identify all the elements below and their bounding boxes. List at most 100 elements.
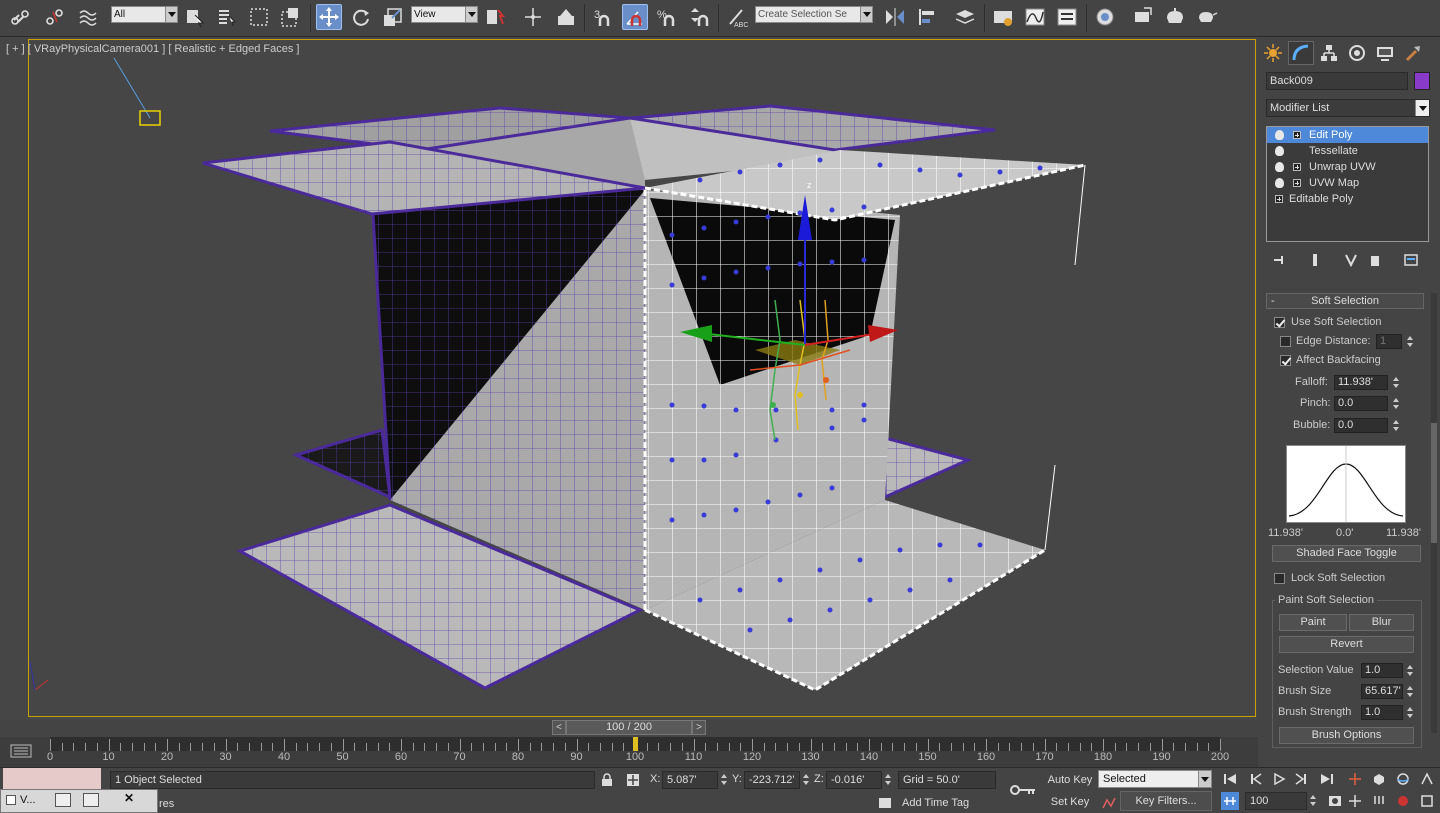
time-slider-next-button[interactable]: >: [692, 720, 706, 735]
paint-button[interactable]: Paint: [1279, 614, 1347, 631]
window-crossing-icon[interactable]: [278, 4, 304, 30]
select-and-move-icon[interactable]: [316, 4, 342, 30]
layer-manager-icon[interactable]: [952, 4, 978, 30]
viewport-label[interactable]: [ + ] [ VRayPhysicalCamera001 ] [ Realis…: [6, 43, 299, 55]
selection-lock-icon[interactable]: [598, 771, 616, 789]
select-and-link-icon[interactable]: [8, 4, 34, 30]
graphite-modeling-tools-icon[interactable]: [990, 4, 1016, 30]
current-frame-spinner[interactable]: [1309, 793, 1318, 808]
select-and-scale-icon[interactable]: [380, 4, 406, 30]
camera-icon[interactable]: [113, 57, 161, 126]
hierarchy-tab-icon[interactable]: [1316, 41, 1342, 65]
zoom-icon[interactable]: [1346, 770, 1364, 788]
lock-soft-selection-checkbox[interactable]: [1274, 573, 1285, 584]
snaps-toggle-icon[interactable]: 3: [590, 4, 616, 30]
select-object-icon[interactable]: [182, 4, 208, 30]
y-coordinate-spinner[interactable]: [802, 772, 811, 787]
create-tab-icon[interactable]: [1260, 41, 1286, 65]
render-production-icon[interactable]: [1194, 4, 1220, 30]
pivot-center-icon[interactable]: [482, 4, 508, 30]
play-icon[interactable]: [1270, 770, 1288, 788]
edge-distance-input[interactable]: 1: [1376, 334, 1402, 349]
show-end-result-icon[interactable]: [1306, 251, 1324, 269]
select-by-name-icon[interactable]: [214, 4, 240, 30]
stack-item-tessellate[interactable]: Tessellate: [1267, 143, 1428, 159]
lightbulb-icon[interactable]: [1275, 146, 1284, 156]
configure-modifier-sets-icon[interactable]: [1402, 251, 1420, 269]
brush-strength-spinner[interactable]: [1406, 705, 1415, 720]
time-slider[interactable]: < 100 / 200 >: [552, 720, 706, 736]
lightbulb-icon[interactable]: [1275, 178, 1284, 188]
maximize-viewport-icon[interactable]: [1418, 792, 1436, 810]
align-icon[interactable]: [915, 4, 941, 30]
current-frame-marker[interactable]: [633, 737, 638, 751]
y-coordinate-field[interactable]: -223.712': [744, 771, 800, 789]
time-tag-icon[interactable]: [876, 794, 894, 812]
expand-icon[interactable]: [1293, 179, 1301, 187]
selection-value-spinner[interactable]: [1406, 663, 1415, 678]
unlink-selection-icon[interactable]: [42, 4, 68, 30]
bind-to-space-warp-icon[interactable]: [76, 4, 102, 30]
blur-button[interactable]: Blur: [1349, 614, 1414, 631]
lightbulb-icon[interactable]: [1275, 130, 1284, 140]
key-filters-button[interactable]: Key Filters...: [1120, 791, 1212, 811]
time-configuration-icon[interactable]: [1326, 792, 1344, 810]
go-to-start-icon[interactable]: [1221, 770, 1239, 788]
object-color-swatch[interactable]: [1414, 72, 1430, 90]
selection-value-input[interactable]: 1.0: [1361, 663, 1403, 678]
modifier-list-dropdown[interactable]: Modifier List: [1266, 99, 1430, 117]
restore-window-icon[interactable]: [55, 793, 71, 807]
angle-snap-toggle-icon[interactable]: [622, 4, 648, 30]
stack-item-edit-poly[interactable]: Edit Poly: [1267, 127, 1428, 143]
x-coordinate-spinner[interactable]: [720, 772, 729, 787]
keyboard-shortcut-override-icon[interactable]: [553, 4, 579, 30]
z-coordinate-field[interactable]: -0.016': [826, 771, 882, 789]
next-frame-icon[interactable]: [1292, 770, 1310, 788]
lightbulb-icon[interactable]: [1275, 162, 1284, 172]
brush-strength-input[interactable]: 1.0: [1361, 705, 1403, 720]
maximize-window-icon[interactable]: [83, 793, 99, 807]
schematic-view-icon[interactable]: [1054, 4, 1080, 30]
brush-size-input[interactable]: 65.617': [1361, 684, 1403, 699]
x-coordinate-field[interactable]: 5.087': [662, 771, 718, 789]
stack-item-editable-poly[interactable]: Editable Poly: [1267, 191, 1428, 207]
track-bar-ruler[interactable]: [50, 737, 1221, 751]
field-of-view-icon[interactable]: [1418, 770, 1436, 788]
display-tab-icon[interactable]: [1372, 41, 1398, 65]
pan-view-icon[interactable]: [1346, 792, 1364, 810]
walk-through-icon[interactable]: [1370, 792, 1388, 810]
affect-backfacing-checkbox[interactable]: [1280, 355, 1291, 366]
key-mode-dropdown[interactable]: Selected: [1098, 770, 1212, 788]
set-key-mode-icon[interactable]: [1008, 780, 1038, 800]
time-slider-thumb[interactable]: 100 / 200: [566, 720, 692, 735]
reference-coordinate-dropdown[interactable]: View: [411, 6, 478, 23]
default-tangents-icon[interactable]: [1100, 794, 1118, 812]
orbit-icon[interactable]: [1394, 770, 1412, 788]
revert-button[interactable]: Revert: [1279, 636, 1414, 653]
perspective-viewport[interactable]: z [ + ] [ VRayPhysicalCamera001 ] [ Real…: [0, 37, 1258, 720]
selection-filter-dropdown[interactable]: All: [111, 6, 178, 23]
use-soft-selection-checkbox[interactable]: [1274, 317, 1285, 328]
named-selection-sets-dropdown[interactable]: Create Selection Se: [755, 6, 873, 23]
expand-icon[interactable]: [1293, 163, 1301, 171]
current-frame-field[interactable]: 100: [1245, 792, 1307, 810]
bubble-spinner[interactable]: [1392, 418, 1401, 433]
taskbar-window[interactable]: V... ✕ res: [0, 789, 174, 813]
pinch-input[interactable]: 0.0: [1334, 396, 1388, 411]
track-bar[interactable]: 0 10 20 30 40 50 60 70 80 90 100 110 120 130 140 150 160…: [0, 737, 1258, 767]
edge-distance-spinner[interactable]: [1406, 334, 1415, 349]
command-panel-scrollbar[interactable]: [1431, 293, 1437, 733]
expand-icon[interactable]: [1275, 195, 1283, 203]
brush-size-spinner[interactable]: [1406, 684, 1415, 699]
render-frame-window-icon[interactable]: [1162, 4, 1188, 30]
scene-render[interactable]: z: [0, 37, 1258, 720]
auto-key-button[interactable]: Auto Key: [1046, 770, 1094, 790]
modify-tab-icon[interactable]: [1288, 41, 1314, 65]
time-slider-prev-button[interactable]: <: [552, 720, 566, 735]
brush-options-button[interactable]: Brush Options: [1279, 727, 1414, 744]
expand-icon[interactable]: [1293, 131, 1301, 139]
make-unique-icon[interactable]: [1342, 251, 1360, 269]
mini-curve-editor-icon[interactable]: [10, 743, 32, 759]
shaded-face-toggle-button[interactable]: Shaded Face Toggle: [1272, 545, 1421, 562]
select-and-manipulate-icon[interactable]: [520, 4, 546, 30]
